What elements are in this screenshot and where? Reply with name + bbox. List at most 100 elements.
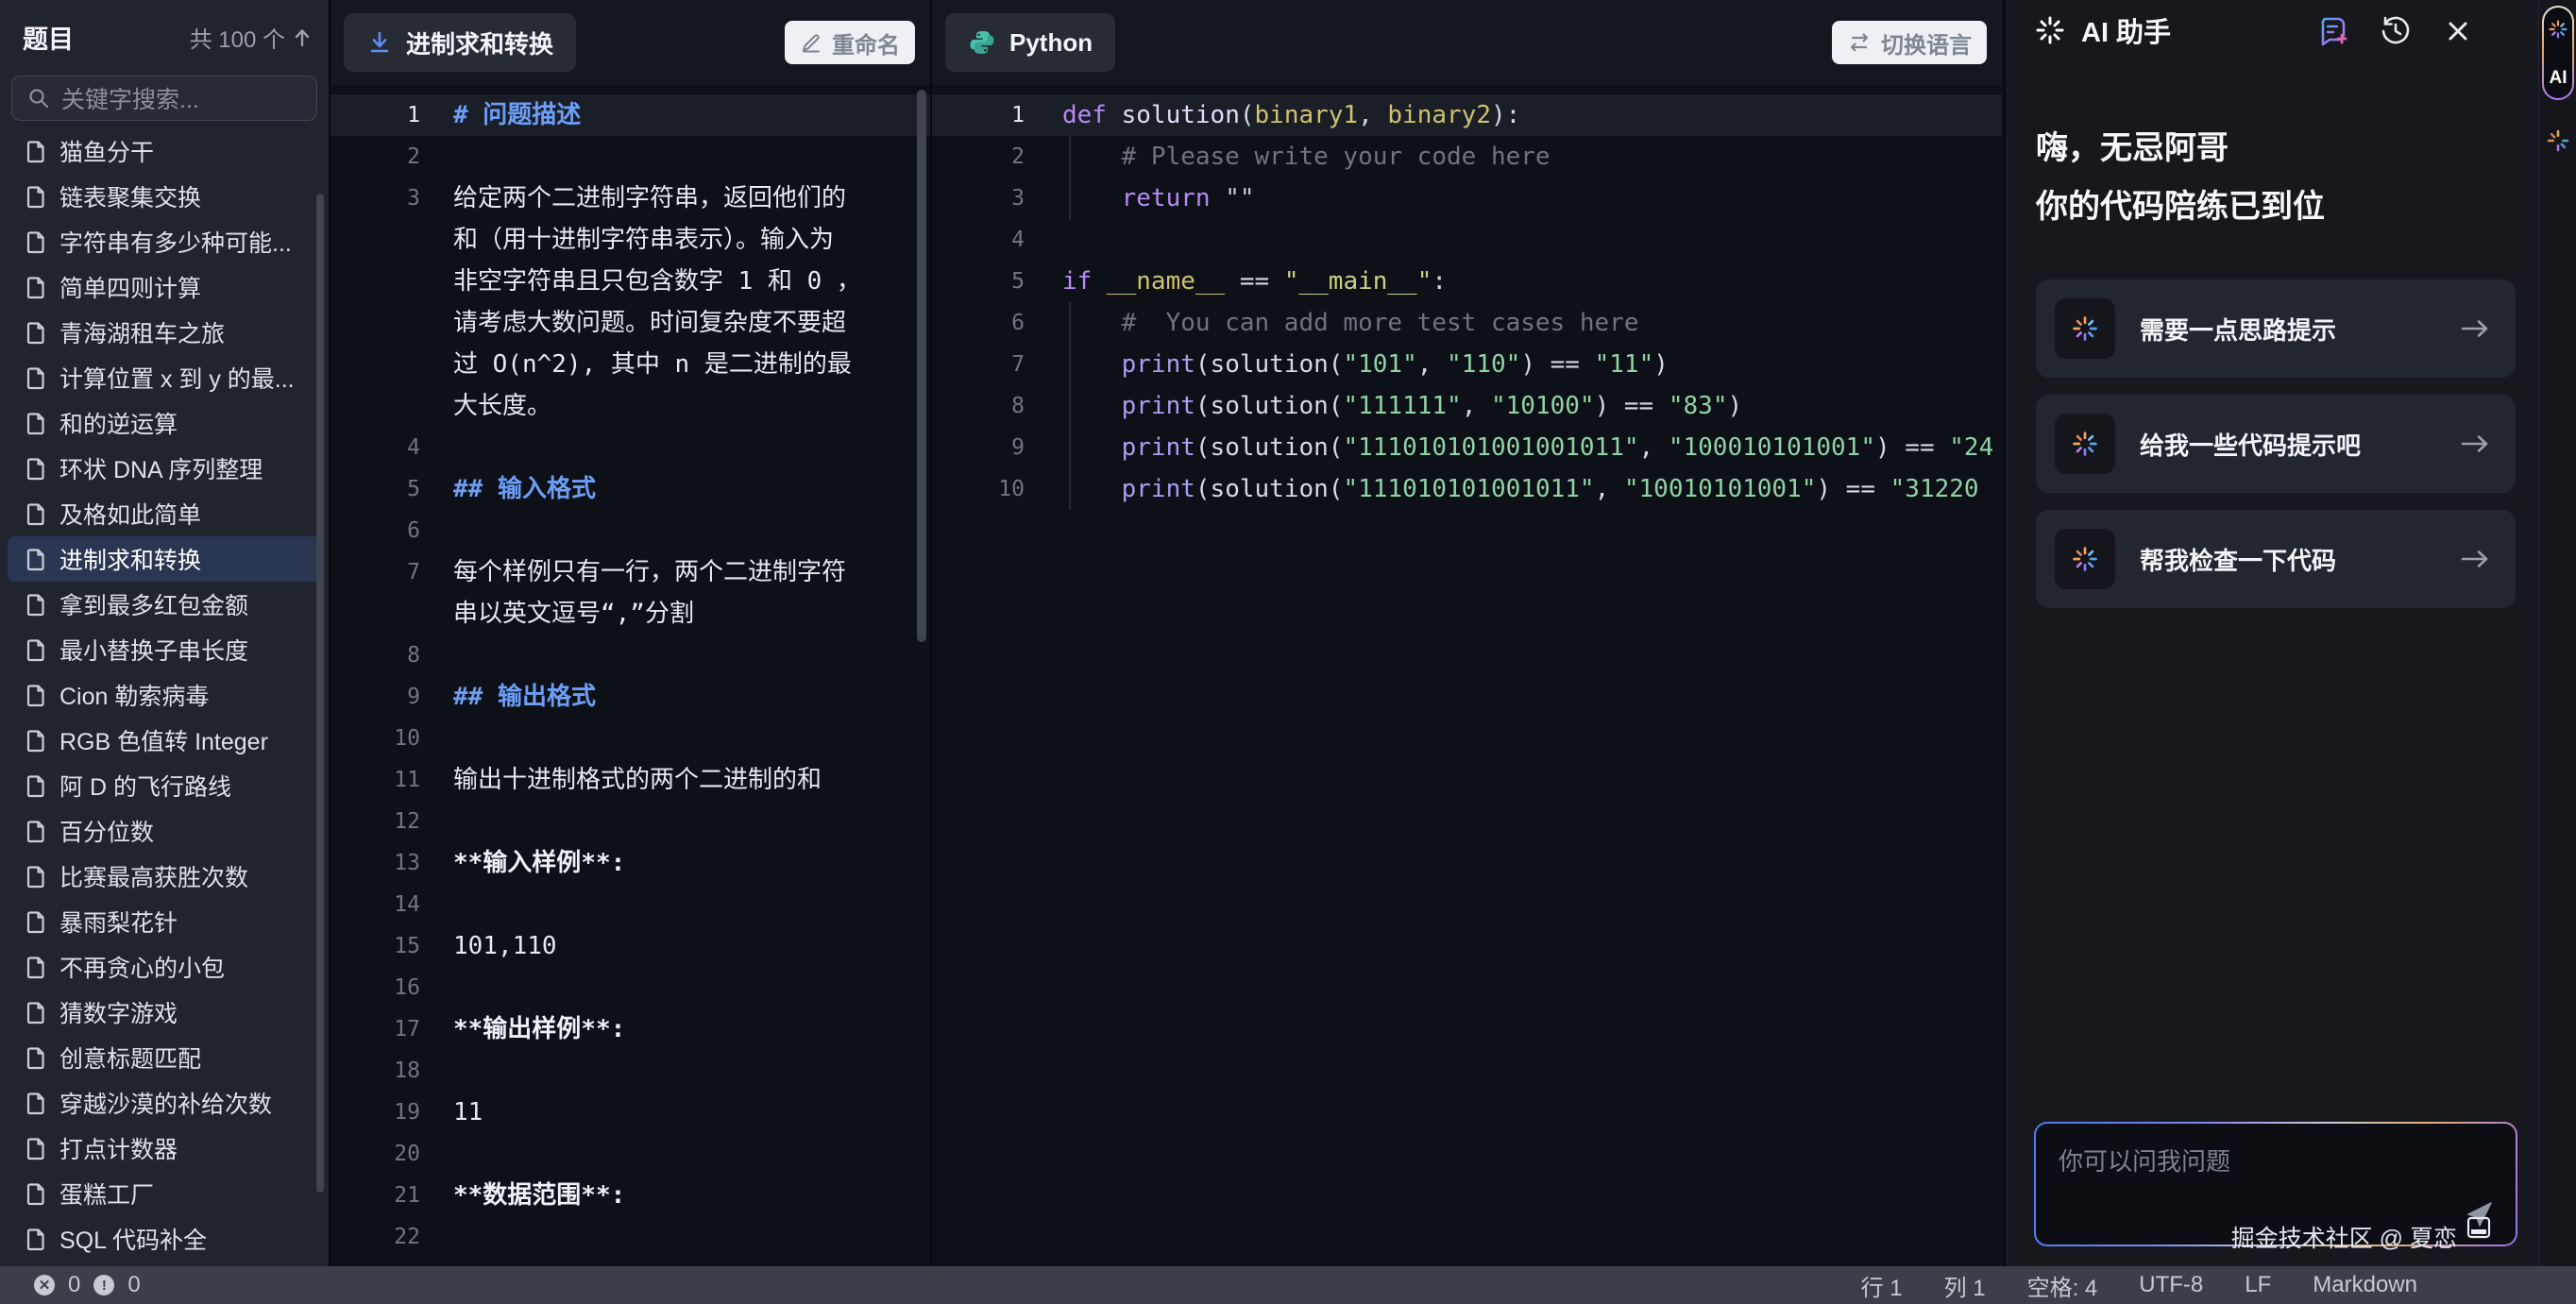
problem-title: 计算位置 x 到 y 的最... bbox=[59, 361, 295, 395]
problem-list-item[interactable]: 猜数字游戏 bbox=[8, 990, 321, 1035]
problem-count-label: 共 100 个 bbox=[190, 21, 285, 54]
problem-list-item[interactable]: 猫鱼分干 bbox=[8, 128, 321, 174]
problem-scrollbar[interactable] bbox=[917, 90, 926, 642]
code-editor[interactable]: 1def solution(binary1, binary2):2 # Plea… bbox=[932, 85, 2002, 1292]
problem-title: 猫鱼分干 bbox=[59, 134, 154, 168]
problem-list-item[interactable]: 简单四则计算 bbox=[8, 264, 321, 310]
document-icon bbox=[26, 1001, 46, 1025]
code-row: 1def solution(binary1, binary2): bbox=[932, 94, 2002, 136]
ai-suggestion-card[interactable]: 帮我检查一下代码 bbox=[2036, 510, 2516, 608]
ai-assistant-panel: AI 助手 嗨，无忌阿哥 你的 bbox=[2004, 0, 2538, 1292]
indent-guide bbox=[1069, 136, 1071, 219]
sort-asc-icon[interactable] bbox=[293, 27, 312, 48]
sidebar-scrollbar[interactable] bbox=[316, 194, 324, 1193]
problem-tab[interactable]: 进制求和转换 bbox=[344, 13, 576, 72]
problem-list-item[interactable]: 计算位置 x 到 y 的最... bbox=[8, 355, 321, 400]
document-icon bbox=[26, 1137, 46, 1160]
arrow-right-icon bbox=[2459, 548, 2491, 570]
download-arrow-icon bbox=[366, 29, 393, 56]
code-row: 7 print(solution("101", "110") == "11") bbox=[932, 344, 2002, 385]
history-icon[interactable] bbox=[2378, 13, 2414, 49]
errors-count[interactable]: 0 bbox=[68, 1272, 80, 1298]
ai-suggestion-card[interactable]: 给我一些代码提示吧 bbox=[2036, 395, 2516, 493]
document-icon bbox=[26, 956, 46, 979]
markdown-row: 1911 bbox=[330, 1092, 930, 1133]
problem-list-item[interactable]: 暴雨梨花针 bbox=[8, 899, 321, 944]
problem-list-item[interactable]: 蛋糕工厂 bbox=[8, 1171, 321, 1216]
markdown-row: 21**数据范围**: bbox=[330, 1175, 930, 1216]
markdown-row: 9## 输出格式 bbox=[330, 676, 930, 718]
document-icon bbox=[26, 502, 46, 526]
indent-guide bbox=[1069, 302, 1071, 510]
markdown-row: 13**输入样例**: bbox=[330, 842, 930, 884]
warnings-icon[interactable]: ! bbox=[93, 1275, 114, 1296]
new-chat-icon[interactable] bbox=[2315, 13, 2351, 49]
problem-list-item[interactable]: 及格如此简单 bbox=[8, 491, 321, 536]
community-watermark: 掘金技术社区 @ 夏恋 bbox=[2231, 1220, 2457, 1254]
document-icon bbox=[26, 457, 46, 481]
document-icon bbox=[26, 638, 46, 662]
suggestion-label: 帮我检查一下代码 bbox=[2140, 542, 2434, 577]
ai-rail-button[interactable]: AI bbox=[2542, 6, 2574, 100]
status-item[interactable]: 空格: 4 bbox=[2027, 1269, 2098, 1302]
document-icon bbox=[26, 1092, 46, 1115]
status-item[interactable]: 列 1 bbox=[1944, 1269, 1986, 1302]
document-icon bbox=[26, 593, 46, 617]
warnings-count[interactable]: 0 bbox=[127, 1272, 140, 1298]
problem-list-item[interactable]: 比赛最高获胜次数 bbox=[8, 854, 321, 899]
search-input[interactable]: 关键字搜索... bbox=[11, 76, 317, 121]
status-item[interactable]: 行 1 bbox=[1861, 1269, 1903, 1302]
code-panel-header: Python 切换语言 bbox=[932, 0, 2002, 85]
markdown-row: 11输出十进制格式的两个二进制的和 bbox=[330, 759, 930, 801]
problem-list-item[interactable]: 最小替换子串长度 bbox=[8, 627, 321, 672]
problem-list-item[interactable]: 穿越沙漠的补给次数 bbox=[8, 1080, 321, 1126]
problem-list-item[interactable]: 进制求和转换 bbox=[8, 536, 321, 582]
problem-list-item[interactable]: SQL 代码补全 bbox=[8, 1216, 321, 1262]
rail-extension-icon[interactable] bbox=[2546, 128, 2570, 153]
markdown-row: 请考虑大数问题。时间复杂度不要超 bbox=[330, 302, 930, 344]
switch-language-button[interactable]: 切换语言 bbox=[1832, 21, 1987, 64]
status-item[interactable]: UTF-8 bbox=[2139, 1272, 2203, 1298]
problem-title: 拿到最多红包金额 bbox=[59, 587, 248, 621]
sidebar-header: 题目 共 100 个 bbox=[0, 0, 329, 56]
problem-list-item[interactable]: 青海湖租车之旅 bbox=[8, 310, 321, 355]
problem-title: 进制求和转换 bbox=[59, 542, 201, 576]
problem-list-item[interactable]: 链表聚集交换 bbox=[8, 174, 321, 219]
python-icon bbox=[968, 28, 996, 57]
ai-suggestion-card[interactable]: 需要一点思路提示 bbox=[2036, 279, 2516, 378]
problem-list-item[interactable]: 阿 D 的飞行路线 bbox=[8, 763, 321, 808]
markdown-row: 18 bbox=[330, 1050, 930, 1092]
problem-list-item[interactable]: 环状 DNA 序列整理 bbox=[8, 446, 321, 491]
problem-list-item[interactable]: RGB 色值转 Integer bbox=[8, 718, 321, 763]
language-tab[interactable]: Python bbox=[945, 13, 1115, 72]
problem-list-item[interactable]: Cion 勒索病毒 bbox=[8, 672, 321, 718]
problem-list-item[interactable]: 字符串有多少种可能... bbox=[8, 219, 321, 264]
pencil-icon bbox=[800, 31, 822, 54]
close-icon[interactable] bbox=[2440, 13, 2476, 49]
code-row: 6 # You can add more test cases here bbox=[932, 302, 2002, 344]
code-row: 5if __name__ == "__main__": bbox=[932, 261, 2002, 302]
problem-title: 猜数字游戏 bbox=[59, 995, 178, 1029]
problem-title: 及格如此简单 bbox=[59, 497, 201, 531]
markdown-row: 2 bbox=[330, 136, 930, 178]
status-item[interactable]: LF bbox=[2245, 1272, 2271, 1298]
document-icon bbox=[26, 412, 46, 435]
markdown-editor[interactable]: 1# 问题描述23给定两个二进制字符串，返回他们的和（用十进制字符串表示）。输入… bbox=[330, 85, 930, 1292]
problem-list-item[interactable]: 打点计数器 bbox=[8, 1126, 321, 1171]
problem-list-item[interactable]: 百分位数 bbox=[8, 808, 321, 854]
problem-list-item[interactable]: 和的逆运算 bbox=[8, 400, 321, 446]
sparkle-icon bbox=[2034, 14, 2066, 46]
problem-title: 字符串有多少种可能... bbox=[59, 225, 292, 259]
problem-list-item[interactable]: 创意标题匹配 bbox=[8, 1035, 321, 1080]
problem-list-item[interactable]: 不再贪心的小包 bbox=[8, 944, 321, 990]
problem-sidebar: 题目 共 100 个 关键字搜索... 猫鱼分干 bbox=[0, 0, 329, 1292]
markdown-row: 15101,110 bbox=[330, 925, 930, 967]
sparkle-color-icon bbox=[2548, 19, 2568, 40]
code-row: 2 # Please write your code here bbox=[932, 136, 2002, 178]
problem-list-item[interactable]: 拿到最多红包金额 bbox=[8, 582, 321, 627]
status-item[interactable]: Markdown bbox=[2313, 1272, 2417, 1298]
document-icon bbox=[26, 774, 46, 798]
errors-icon[interactable]: ✕ bbox=[34, 1275, 55, 1296]
rename-button[interactable]: 重命名 bbox=[785, 21, 915, 64]
dock-panel-icon[interactable] bbox=[2466, 1216, 2491, 1239]
